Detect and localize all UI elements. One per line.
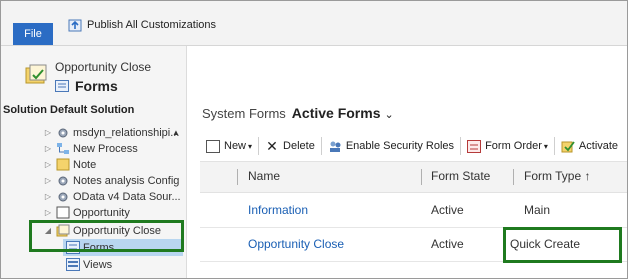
expand-arrow-icon[interactable]: ▷	[43, 128, 53, 137]
dropdown-arrow-icon[interactable]: ▾	[248, 142, 252, 151]
section-title-label: Forms	[75, 78, 118, 94]
views-header[interactable]: System Forms Active Forms ⌄	[202, 105, 394, 121]
chevron-down-icon[interactable]: ⌄	[385, 108, 394, 121]
views-icon	[66, 258, 80, 271]
entity-icon	[25, 64, 47, 84]
form-name-link[interactable]: Opportunity Close	[248, 237, 344, 251]
form-order-label: Form Order	[485, 140, 542, 152]
system-forms-label: System Forms	[202, 106, 286, 121]
gear-icon	[58, 128, 68, 138]
entity-name: Opportunity Close	[55, 60, 152, 74]
dropdown-arrow-icon[interactable]: ▾	[544, 142, 548, 151]
tree-item[interactable]: ▷ Notes analysis Config	[43, 172, 179, 189]
tree-item-label: Notes analysis Config	[73, 174, 180, 187]
column-divider	[421, 169, 422, 185]
section-title: Forms	[55, 78, 118, 94]
tree-item-label: Note	[73, 158, 97, 171]
delete-label: Delete	[283, 140, 315, 152]
new-button[interactable]: New ▾	[200, 137, 260, 155]
column-divider	[513, 169, 514, 185]
expand-arrow-icon[interactable]: ▷	[43, 208, 53, 217]
activate-label: Activate	[578, 140, 619, 152]
highlight-box	[29, 220, 184, 252]
tree-item-views[interactable]: Views	[63, 256, 112, 273]
expand-arrow-icon[interactable]: ▷	[43, 160, 53, 169]
ribbon: File Publish All Customizations	[1, 1, 627, 46]
note-icon	[56, 158, 70, 171]
tree-item[interactable]: ▷ OData v4 Data Sour...	[43, 188, 181, 205]
activate-icon	[561, 140, 575, 152]
solution-label: Solution Default Solution	[3, 104, 135, 116]
tree-item-label: Opportunity	[73, 206, 130, 219]
delete-button[interactable]: ✕ Delete	[259, 137, 322, 155]
new-icon	[206, 139, 220, 153]
form-type: Main	[524, 203, 551, 217]
tree-item[interactable]: ▷ Opportunity	[43, 204, 130, 221]
column-divider	[237, 169, 238, 185]
publish-label: Publish All Customizations	[87, 19, 217, 31]
form-state: Active	[431, 203, 464, 217]
tree-item-label: Views	[83, 258, 113, 271]
tree-item[interactable]: ▷ Note	[43, 156, 96, 173]
table-row[interactable]: Information Active Main	[200, 194, 627, 228]
form-order-icon	[467, 139, 482, 153]
expand-arrow-icon[interactable]: ▷	[43, 192, 53, 201]
column-header-form-type[interactable]: Form Type ↑	[524, 169, 590, 183]
form-order-button[interactable]: Form Order ▾	[461, 137, 555, 155]
tree-item[interactable]: ▷ New Process	[43, 140, 138, 157]
security-label: Enable Security Roles	[345, 140, 455, 152]
expand-arrow-icon[interactable]: ▷	[43, 176, 53, 185]
entity-icon	[56, 206, 70, 219]
tree-item-label: msdyn_relationshipi...	[73, 126, 180, 139]
forms-icon	[55, 80, 69, 92]
gear-icon	[58, 176, 68, 186]
column-header-form-state[interactable]: Form State	[431, 169, 490, 183]
process-icon	[57, 143, 69, 154]
expand-arrow-icon[interactable]: ▷	[43, 144, 53, 153]
publish-all-button[interactable]: Publish All Customizations	[67, 17, 216, 33]
toolbar: New ▾ ✕ Delete Enable Security Roles For…	[200, 135, 624, 157]
close-icon: ✕	[266, 137, 278, 154]
crm-customization-window: File Publish All Customizations Opportun…	[0, 0, 628, 279]
form-state: Active	[431, 237, 464, 251]
security-roles-icon	[329, 141, 341, 152]
highlight-box	[503, 227, 622, 263]
gear-icon	[58, 192, 68, 202]
file-tab[interactable]: File	[13, 23, 53, 45]
grid-header: Name Form State Form Type ↑	[200, 161, 627, 193]
tree-item-label: New Process	[73, 142, 138, 155]
form-name-link[interactable]: Information	[248, 203, 308, 217]
enable-security-roles-button[interactable]: Enable Security Roles	[322, 137, 462, 155]
active-forms-label[interactable]: Active Forms	[292, 105, 381, 121]
new-label: New	[224, 140, 247, 152]
activate-button[interactable]: Activate	[555, 137, 624, 155]
publish-icon	[68, 19, 82, 32]
tree-item[interactable]: ▷ msdyn_relationshipi...	[43, 124, 179, 141]
column-header-name[interactable]: Name	[248, 169, 280, 183]
tree-item-label: OData v4 Data Sour...	[73, 190, 181, 203]
